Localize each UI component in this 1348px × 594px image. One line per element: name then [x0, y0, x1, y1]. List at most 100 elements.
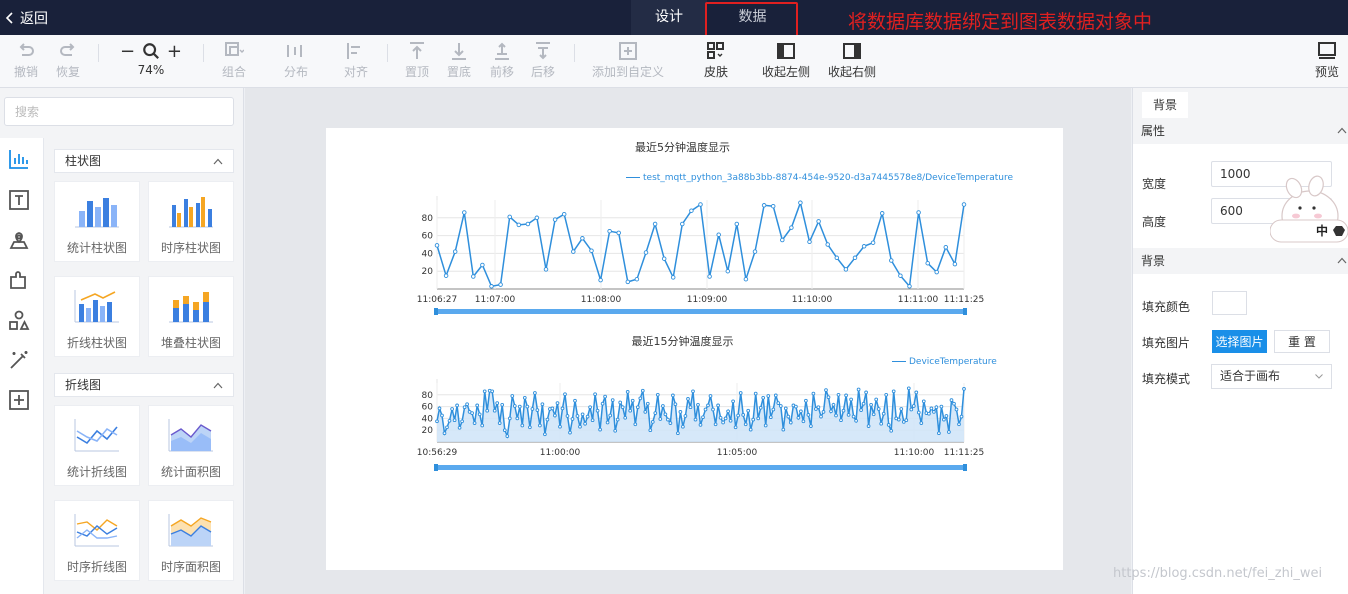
data-point: [896, 417, 901, 422]
component-card[interactable]: 时序面积图: [148, 500, 234, 581]
data-point: [952, 401, 956, 406]
data-point: [470, 411, 474, 415]
design-canvas[interactable]: 最近5分钟温度显示 test_mqtt_python_3a88b3bb-8874…: [326, 128, 1063, 570]
range-slider-handle-left: [434, 308, 438, 315]
data-point: [736, 413, 740, 418]
chart-plot-recent-15-min[interactable]: 20 4060 80 10:56:29 11:00:00 11:05:00 11:10:00…: [326, 328, 1063, 488]
collapse-right-label: 收起右侧: [827, 65, 876, 79]
fill-color-swatch[interactable]: [1212, 291, 1247, 315]
component-card-label: 堆叠柱状图: [160, 336, 221, 350]
data-point: [663, 412, 668, 417]
data-point: [788, 420, 793, 425]
category-custom[interactable]: [8, 389, 30, 411]
component-card[interactable]: 时序柱状图: [148, 181, 234, 262]
tab-background[interactable]: 背景: [1142, 92, 1188, 118]
data-point: [731, 399, 735, 404]
fill-mode-select[interactable]: 适合于画布: [1211, 364, 1332, 389]
collapse-right-button[interactable]: 收起右侧: [824, 39, 880, 80]
canvas-area: 最近5分钟温度显示 test_mqtt_python_3a88b3bb-8874…: [245, 88, 1131, 594]
collapse-left-button[interactable]: 收起左侧: [758, 39, 814, 80]
category-chart[interactable]: [8, 148, 30, 170]
zoom-level: 74%: [137, 63, 165, 77]
data-point: [734, 221, 740, 227]
category-component[interactable]: [8, 269, 30, 291]
data-point: [871, 412, 876, 417]
data-point: [756, 416, 761, 421]
data-point: [575, 414, 580, 418]
align-label: 对齐: [343, 65, 368, 79]
data-point: [623, 415, 628, 420]
data-point: [843, 267, 849, 272]
section-title: 背景: [1141, 254, 1166, 268]
data-point: [891, 389, 896, 394]
data-point: [543, 267, 549, 272]
data-point: [540, 402, 545, 407]
data-point: [522, 395, 527, 400]
send-bottom-button[interactable]: 置底: [442, 39, 476, 80]
data-point: [716, 403, 720, 408]
align-button[interactable]: 对齐: [336, 39, 376, 80]
category-map[interactable]: [8, 229, 30, 251]
bar-chart-thumbnail-icon: [75, 198, 119, 228]
data-point: [625, 390, 630, 394]
data-point: [758, 405, 763, 410]
zoom-in-button[interactable]: +: [167, 41, 182, 62]
distribute-button[interactable]: 分布: [276, 39, 316, 80]
chart-plot-recent-5-min[interactable]: 20 40 60 80 11:06:27 11:07:00 11:08:00 11:09:00…: [326, 128, 1063, 328]
category-text[interactable]: [8, 189, 30, 211]
toolbar-divider: [203, 44, 204, 62]
data-point: [753, 391, 758, 396]
back-button[interactable]: 返回: [4, 8, 48, 28]
section-header-properties[interactable]: 属性: [1133, 118, 1348, 144]
toolbar: 撤销 恢复 − + 74% 组合 分布 对齐 置顶 置底 前移 后移 添加到自定…: [0, 35, 1348, 88]
category-header-line-charts[interactable]: 折线图: [54, 373, 234, 397]
bring-forward-button[interactable]: 前移: [485, 39, 519, 80]
reset-button[interactable]: 重 置: [1274, 330, 1330, 353]
zoom-out-button[interactable]: −: [120, 41, 135, 62]
add-custom-button[interactable]: 添加到自定义: [588, 39, 668, 80]
component-card[interactable]: 堆叠柱状图: [148, 276, 234, 357]
data-point: [465, 402, 469, 407]
component-card[interactable]: 统计面积图: [148, 405, 234, 486]
bring-top-button[interactable]: 置顶: [400, 39, 434, 80]
component-card-label: 时序柱状图: [160, 241, 221, 255]
data-point: [530, 407, 535, 411]
y-tick-label: 60: [422, 403, 434, 413]
choose-image-button[interactable]: 选择图片: [1212, 330, 1267, 353]
data-point: [655, 392, 660, 397]
x-tick-label: 11:06:27: [417, 295, 457, 305]
send-backward-button[interactable]: 后移: [526, 39, 560, 80]
component-card[interactable]: 折线柱状图: [54, 276, 140, 357]
redo-button[interactable]: 恢复: [52, 39, 84, 80]
data-point: [703, 407, 708, 412]
ime-mascot-icon[interactable]: [1270, 172, 1348, 246]
undo-label: 撤销: [13, 65, 38, 79]
skin-button[interactable]: 皮肤: [696, 39, 736, 80]
category-shape[interactable]: [8, 309, 30, 331]
search-input[interactable]: [4, 97, 234, 126]
redo-label: 恢复: [55, 65, 80, 79]
undo-button[interactable]: 撤销: [10, 39, 42, 80]
preview-button[interactable]: 预览: [1310, 39, 1344, 80]
component-card[interactable]: 统计柱状图: [54, 181, 140, 262]
data-point: [630, 398, 635, 403]
data-point: [916, 210, 921, 215]
data-point: [861, 244, 867, 249]
section-header-background[interactable]: 背景: [1133, 248, 1348, 274]
data-point: [580, 412, 585, 417]
bar-chart-icon: [9, 150, 28, 169]
group-button[interactable]: 组合: [214, 39, 254, 80]
data-point: [713, 422, 718, 427]
component-card[interactable]: 时序折线图: [54, 500, 140, 581]
category-magic[interactable]: [8, 349, 30, 371]
data-point: [939, 404, 944, 409]
tab-design[interactable]: 设计: [631, 0, 707, 35]
panel-right-icon: [843, 43, 861, 59]
category-header-bar-charts[interactable]: 柱状图: [54, 149, 234, 173]
data-point: [781, 427, 786, 432]
data-point: [583, 421, 587, 426]
distribute-icon: [287, 45, 302, 57]
component-card[interactable]: 统计折线图: [54, 405, 140, 486]
data-point: [799, 409, 803, 414]
data-point: [452, 249, 458, 254]
